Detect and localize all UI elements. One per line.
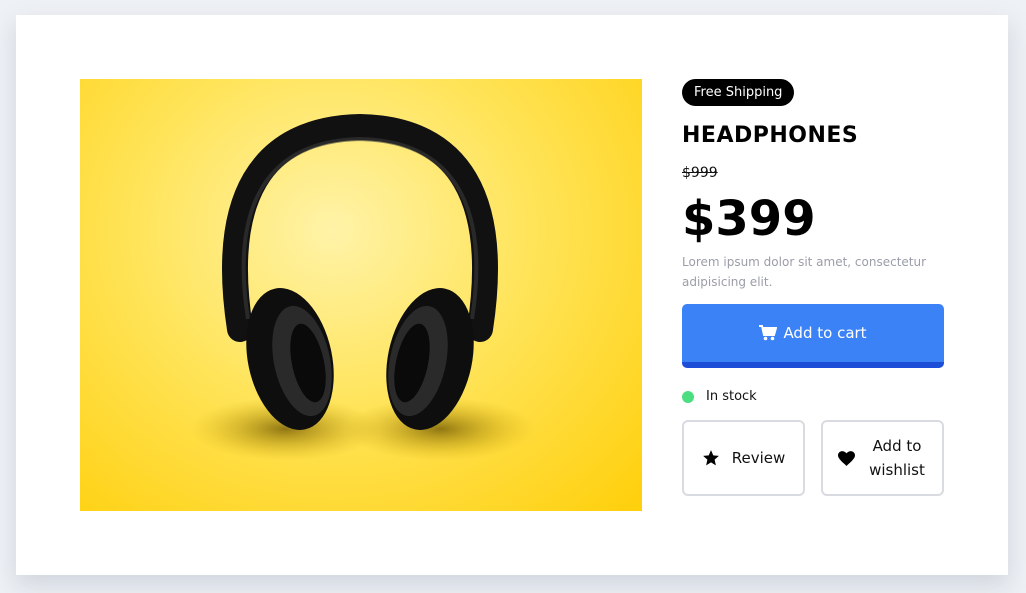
review-button[interactable]: Review: [682, 420, 805, 496]
add-to-cart-label: Add to cart: [783, 324, 867, 342]
current-price: $399: [682, 191, 816, 247]
headphones-illustration: [190, 113, 535, 461]
wishlist-label: Add to wishlist: [869, 437, 925, 479]
stock-indicator-dot: [682, 391, 694, 403]
stock-status: In stock: [682, 388, 944, 406]
cart-icon: [759, 325, 778, 341]
secondary-actions: Review Add to wishlist: [682, 420, 944, 496]
product-description: Lorem ipsum dolor sit amet, consectetur …: [682, 255, 927, 289]
add-to-wishlist-button[interactable]: Add to wishlist: [821, 420, 944, 496]
product-title: HEADPHONES: [682, 123, 859, 148]
star-icon: [702, 449, 720, 467]
product-info: Free Shipping HEADPHONES $999 $399 Lorem…: [682, 79, 944, 496]
review-label: Review: [731, 449, 786, 467]
heart-icon: [838, 450, 855, 466]
old-price: $999: [682, 165, 718, 181]
free-shipping-badge: Free Shipping: [682, 79, 795, 106]
product-card: Free Shipping HEADPHONES $999 $399 Lorem…: [16, 15, 1008, 575]
stock-status-label: In stock: [706, 389, 757, 404]
add-to-cart-button[interactable]: Add to cart: [682, 304, 944, 368]
product-image: [80, 79, 642, 511]
